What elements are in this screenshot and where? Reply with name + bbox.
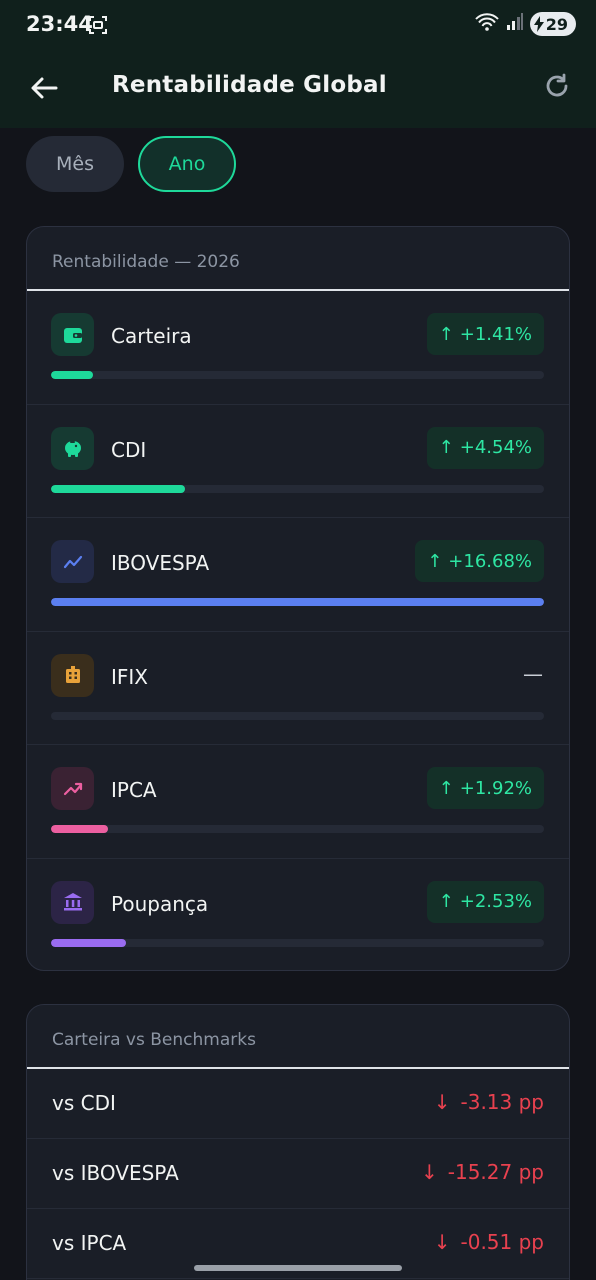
return-value: +4.54% bbox=[459, 437, 532, 458]
screen-capture-icon bbox=[88, 15, 108, 35]
home-indicator[interactable] bbox=[194, 1265, 402, 1271]
battery-level: 29 bbox=[545, 14, 568, 34]
benchmark-row-cdi[interactable]: vs CDI ↓ -3.13 pp bbox=[27, 1069, 569, 1139]
period-month-toggle[interactable]: Mês bbox=[26, 136, 124, 192]
arrow-up-icon: ↑ bbox=[427, 550, 443, 572]
bank-icon bbox=[51, 880, 94, 924]
benchmark-label: vs IBOVESPA bbox=[52, 1161, 179, 1185]
signal-icon bbox=[506, 13, 524, 35]
benchmarks-card: Carteira vs Benchmarks vs CDI ↓ -3.13 pp… bbox=[26, 1004, 570, 1280]
arrow-down-icon: ↓ bbox=[433, 1090, 451, 1114]
return-progress-fill bbox=[51, 484, 186, 493]
return-badge: ↑ +4.54% bbox=[426, 426, 544, 469]
trend-line-icon bbox=[51, 540, 94, 583]
return-progress-fill bbox=[51, 825, 108, 833]
return-label: IBOVESPA bbox=[111, 551, 210, 575]
benchmarks-card-header: Carteira vs Benchmarks bbox=[27, 1005, 569, 1069]
arrow-up-icon: ↑ bbox=[438, 437, 454, 458]
return-value: — bbox=[523, 661, 543, 686]
return-label: CDI bbox=[111, 437, 147, 462]
arrow-up-icon: ↑ bbox=[438, 777, 454, 799]
return-label: Carteira bbox=[111, 324, 192, 348]
battery-indicator: 29 bbox=[529, 12, 576, 36]
return-badge: ↑ +16.68% bbox=[415, 540, 544, 582]
return-progress-track bbox=[51, 938, 544, 947]
return-row-ipca[interactable]: IPCA ↑ +1.92% bbox=[27, 745, 569, 859]
charging-bolt-icon bbox=[533, 16, 544, 32]
wifi-icon bbox=[474, 12, 500, 36]
page-title: Rentabilidade Global bbox=[112, 72, 387, 98]
benchmark-value: ↓ -15.27 pp bbox=[421, 1160, 544, 1184]
return-value: +1.41% bbox=[459, 323, 532, 345]
period-year-toggle[interactable]: Ano bbox=[138, 136, 236, 192]
benchmark-value: ↓ -0.51 pp bbox=[434, 1230, 544, 1254]
benchmark-diff: -0.51 pp bbox=[460, 1230, 545, 1254]
benchmark-diff: -3.13 pp bbox=[460, 1090, 545, 1114]
arrow-down-icon: ↓ bbox=[421, 1160, 438, 1184]
return-progress-track bbox=[51, 484, 544, 493]
benchmark-row-ibovespa[interactable]: vs IBOVESPA ↓ -15.27 pp bbox=[27, 1139, 569, 1209]
back-button[interactable] bbox=[26, 70, 62, 106]
arrow-up-icon: ↑ bbox=[438, 323, 454, 345]
returns-card: Rentabilidade — 2026 Carteira ↑ +1.41% C… bbox=[26, 226, 570, 971]
status-time: 23:44 bbox=[26, 12, 93, 36]
benchmark-label: vs IPCA bbox=[52, 1231, 127, 1255]
return-progress-track bbox=[51, 711, 544, 720]
trending-up-icon bbox=[51, 767, 94, 810]
arrow-down-icon: ↓ bbox=[433, 1230, 451, 1254]
return-progress-track bbox=[51, 825, 544, 833]
return-value: +1.92% bbox=[459, 777, 532, 799]
return-progress-fill bbox=[51, 598, 544, 606]
refresh-button[interactable] bbox=[540, 69, 574, 103]
return-badge: ↑ +1.92% bbox=[426, 767, 544, 809]
refresh-icon bbox=[546, 73, 568, 97]
return-row-carteira[interactable]: Carteira ↑ +1.41% bbox=[27, 291, 569, 405]
benchmark-label: vs CDI bbox=[52, 1091, 116, 1115]
return-progress-fill bbox=[51, 371, 93, 379]
return-row-ifix[interactable]: IFIX — bbox=[27, 632, 569, 745]
return-row-poupanca[interactable]: Poupança ↑ +2.53% bbox=[27, 859, 569, 971]
piggy-bank-icon bbox=[51, 426, 94, 470]
return-progress-track bbox=[51, 598, 544, 606]
return-label: IFIX bbox=[111, 664, 149, 689]
return-label: Poupança bbox=[111, 891, 209, 916]
return-row-cdi[interactable]: CDI ↑ +4.54% bbox=[27, 405, 569, 518]
return-label: IPCA bbox=[111, 778, 157, 802]
return-value: +16.68% bbox=[448, 550, 532, 572]
arrow-up-icon: ↑ bbox=[438, 891, 454, 912]
benchmark-diff: -15.27 pp bbox=[447, 1160, 544, 1184]
return-value: +2.53% bbox=[459, 891, 532, 912]
status-bar: 23:44 29 bbox=[0, 0, 596, 52]
arrow-left-icon bbox=[31, 77, 58, 99]
return-progress-track bbox=[51, 371, 544, 379]
returns-card-header: Rentabilidade — 2026 bbox=[27, 227, 569, 291]
return-progress-fill bbox=[51, 938, 126, 947]
app-bar: Rentabilidade Global bbox=[0, 52, 596, 128]
return-row-ibovespa[interactable]: IBOVESPA ↑ +16.68% bbox=[27, 518, 569, 632]
return-badge: ↑ +1.41% bbox=[426, 313, 544, 355]
building-icon bbox=[51, 653, 94, 697]
wallet-icon bbox=[51, 313, 94, 356]
benchmark-value: ↓ -3.13 pp bbox=[434, 1090, 544, 1114]
return-badge: ↑ +2.53% bbox=[426, 880, 544, 923]
